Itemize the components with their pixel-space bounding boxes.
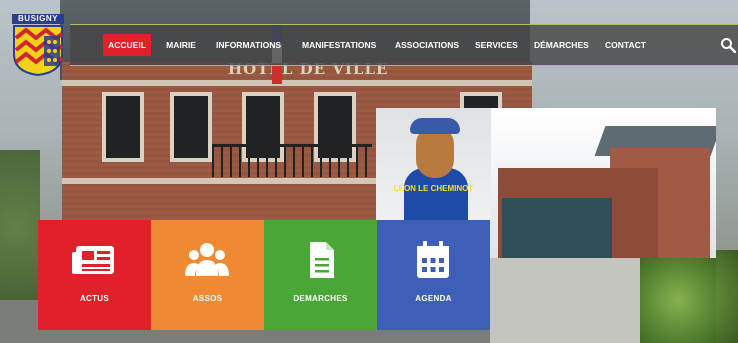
coat-of-arms-icon xyxy=(13,25,64,76)
nav-item-informations[interactable]: INFORMATIONS xyxy=(216,34,281,56)
quick-access-tiles: ACTUS ASSOS DEMARCHES AGENDA xyxy=(38,220,490,330)
document-icon xyxy=(310,242,334,278)
balcony xyxy=(212,144,372,177)
leon-caption: LÉON LE CHEMINOT xyxy=(393,184,474,193)
community-building-photo xyxy=(490,108,716,343)
nav-item-demarches[interactable]: DÉMARCHES xyxy=(534,34,589,56)
tile-label: ASSOS xyxy=(192,294,223,303)
main-navigation: ACCUEIL MAIRIE INFORMATIONS MANIFESTATIO… xyxy=(70,24,738,66)
building-window xyxy=(102,92,144,162)
newspaper-icon xyxy=(72,246,114,274)
tile-agenda[interactable]: AGENDA xyxy=(377,220,490,330)
tile-demarches[interactable]: DEMARCHES xyxy=(264,220,377,330)
building-window xyxy=(170,92,212,162)
facade-band xyxy=(62,80,532,86)
tile-label: AGENDA xyxy=(415,294,452,303)
nav-item-accueil[interactable]: ACCUEIL xyxy=(103,34,151,56)
leon-photo[interactable]: LÉON LE CHEMINOT xyxy=(376,108,491,220)
tile-label: DEMARCHES xyxy=(293,294,348,303)
nav-item-mairie[interactable]: MAIRIE xyxy=(165,34,197,56)
nav-item-manifestations[interactable]: MANIFESTATIONS xyxy=(302,34,376,56)
nav-item-contact[interactable]: CONTACT xyxy=(605,34,646,56)
nav-item-services[interactable]: SERVICES xyxy=(475,34,518,56)
nav-item-associations[interactable]: ASSOCIATIONS xyxy=(395,34,459,56)
tile-assos[interactable]: ASSOS xyxy=(151,220,264,330)
tile-actus[interactable]: ACTUS xyxy=(38,220,151,330)
calendar-icon xyxy=(417,241,449,278)
town-logo[interactable]: BUSIGNY xyxy=(12,14,64,76)
users-icon xyxy=(185,243,229,276)
search-icon[interactable] xyxy=(720,37,736,53)
logo-name: BUSIGNY xyxy=(12,14,64,24)
tile-label: ACTUS xyxy=(79,294,110,303)
